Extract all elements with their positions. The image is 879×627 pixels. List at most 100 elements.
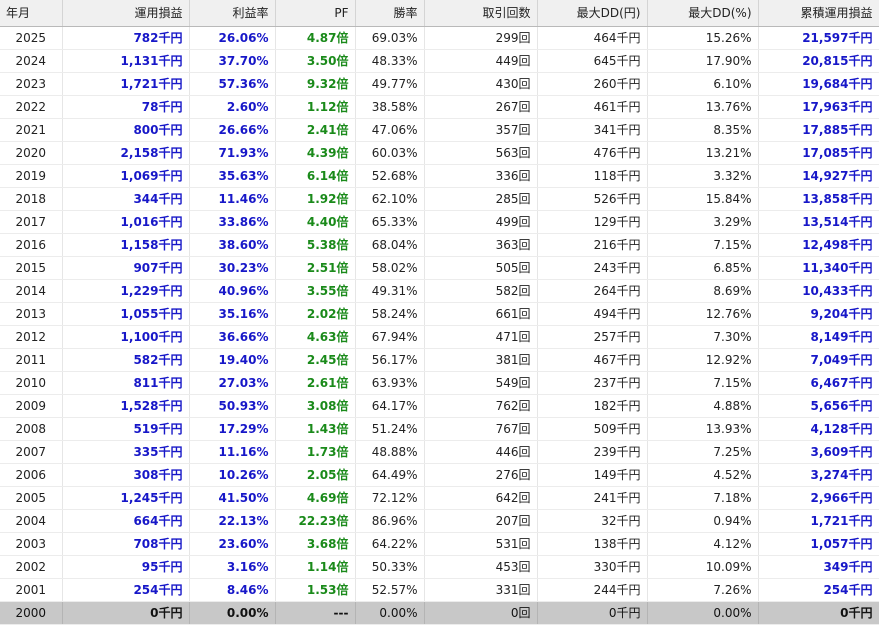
col-header-profit[interactable]: 運用損益 bbox=[62, 0, 190, 27]
cell-max-dd-pct: 8.69% bbox=[647, 279, 759, 303]
cell-win-rate: 64.49% bbox=[355, 463, 425, 487]
cell-max-dd-yen: 526千円 bbox=[537, 187, 648, 211]
cell-profit: 335千円 bbox=[62, 440, 190, 464]
cell-max-dd-yen: 129千円 bbox=[537, 210, 648, 234]
cell-year: 2000 bbox=[0, 601, 63, 625]
col-header-cumulative-profit[interactable]: 累積運用損益 bbox=[758, 0, 879, 27]
cell-max-dd-yen: 467千円 bbox=[537, 348, 648, 372]
cell-trade-count: 767回 bbox=[424, 417, 538, 441]
table-row[interactable]: 2019 1,069千円 35.63% 6.14倍 52.68% 336回 118千円 3.3… bbox=[0, 164, 879, 188]
col-header-max-dd-yen[interactable]: 最大DD(円) bbox=[537, 0, 648, 27]
table-row[interactable]: 2013 1,055千円 35.16% 2.02倍 58.24% 661回 494千円 12.… bbox=[0, 302, 879, 326]
cell-trade-count: 505回 bbox=[424, 256, 538, 280]
cell-trade-count: 762回 bbox=[424, 394, 538, 418]
cell-trade-count: 499回 bbox=[424, 210, 538, 234]
table-row[interactable]: 2018 344千円 11.46% 1.92倍 62.10% 285回 526千円 15.84… bbox=[0, 187, 879, 211]
cell-max-dd-yen: 264千円 bbox=[537, 279, 648, 303]
cell-win-rate: 65.33% bbox=[355, 210, 425, 234]
cell-profit-rate: 41.50% bbox=[189, 486, 276, 510]
table-row[interactable]: 2011 582千円 19.40% 2.45倍 56.17% 381回 467千円 12.92… bbox=[0, 348, 879, 372]
cell-max-dd-pct: 7.15% bbox=[647, 233, 759, 257]
table-row[interactable]: 2010 811千円 27.03% 2.61倍 63.93% 549回 237千円 7.15%… bbox=[0, 371, 879, 395]
table-row[interactable]: 2002 95千円 3.16% 1.14倍 50.33% 453回 330千円 10.09% 3… bbox=[0, 555, 879, 579]
cell-year: 2008 bbox=[0, 417, 63, 441]
cell-max-dd-yen: 260千円 bbox=[537, 72, 648, 96]
cell-profit-rate: 3.16% bbox=[189, 555, 276, 579]
cell-trade-count: 331回 bbox=[424, 578, 538, 602]
cell-max-dd-pct: 15.26% bbox=[647, 26, 759, 50]
cell-trade-count: 471回 bbox=[424, 325, 538, 349]
cell-year: 2013 bbox=[0, 302, 63, 326]
cell-cumulative-profit: 11,340千円 bbox=[758, 256, 879, 280]
cell-pf: 3.68倍 bbox=[275, 532, 356, 556]
cell-cumulative-profit: 6,467千円 bbox=[758, 371, 879, 395]
cell-cumulative-profit: 254千円 bbox=[758, 578, 879, 602]
yearly-results-table: 年月 運用損益 利益率 PF 勝率 取引回数 最大DD(円) 最大DD(%) 累… bbox=[0, 0, 879, 625]
cell-cumulative-profit: 21,597千円 bbox=[758, 26, 879, 50]
cell-cumulative-profit: 2,966千円 bbox=[758, 486, 879, 510]
cell-max-dd-yen: 182千円 bbox=[537, 394, 648, 418]
col-header-max-dd-pct[interactable]: 最大DD(%) bbox=[647, 0, 759, 27]
table-row[interactable]: 2005 1,245千円 41.50% 4.69倍 72.12% 642回 241千円 7.1… bbox=[0, 486, 879, 510]
cell-pf: 3.50倍 bbox=[275, 49, 356, 73]
table-row[interactable]: 2015 907千円 30.23% 2.51倍 58.02% 505回 243千円 6.85%… bbox=[0, 256, 879, 280]
cell-pf: 9.32倍 bbox=[275, 72, 356, 96]
cell-profit-rate: 11.46% bbox=[189, 187, 276, 211]
cell-profit-rate: 30.23% bbox=[189, 256, 276, 280]
table-row[interactable]: 2020 2,158千円 71.93% 4.39倍 60.03% 563回 476千円 13.… bbox=[0, 141, 879, 165]
header-row: 年月 運用損益 利益率 PF 勝率 取引回数 最大DD(円) 最大DD(%) 累… bbox=[0, 0, 879, 27]
table-row[interactable]: 2003 708千円 23.60% 3.68倍 64.22% 531回 138千円 4.12%… bbox=[0, 532, 879, 556]
cell-win-rate: 58.24% bbox=[355, 302, 425, 326]
table-row[interactable]: 2009 1,528千円 50.93% 3.08倍 64.17% 762回 182千円 4.8… bbox=[0, 394, 879, 418]
cell-trade-count: 642回 bbox=[424, 486, 538, 510]
cell-trade-count: 381回 bbox=[424, 348, 538, 372]
cell-cumulative-profit: 1,057千円 bbox=[758, 532, 879, 556]
col-header-year[interactable]: 年月 bbox=[0, 0, 63, 27]
cell-pf: 6.14倍 bbox=[275, 164, 356, 188]
cell-max-dd-pct: 4.52% bbox=[647, 463, 759, 487]
col-header-win-rate[interactable]: 勝率 bbox=[355, 0, 425, 27]
cell-profit-rate: 22.13% bbox=[189, 509, 276, 533]
table-row[interactable]: 2006 308千円 10.26% 2.05倍 64.49% 276回 149千円 4.52%… bbox=[0, 463, 879, 487]
table-row[interactable]: 2001 254千円 8.46% 1.53倍 52.57% 331回 244千円 7.26% 2… bbox=[0, 578, 879, 602]
col-header-pf[interactable]: PF bbox=[275, 0, 356, 27]
table-row[interactable]: 2007 335千円 11.16% 1.73倍 48.88% 446回 239千円 7.25%… bbox=[0, 440, 879, 464]
cell-max-dd-yen: 330千円 bbox=[537, 555, 648, 579]
cell-profit: 344千円 bbox=[62, 187, 190, 211]
table-row[interactable]: 2014 1,229千円 40.96% 3.55倍 49.31% 582回 264千円 8.6… bbox=[0, 279, 879, 303]
table-row[interactable]: 2016 1,158千円 38.60% 5.38倍 68.04% 363回 216千円 7.1… bbox=[0, 233, 879, 257]
cell-trade-count: 446回 bbox=[424, 440, 538, 464]
cell-win-rate: 38.58% bbox=[355, 95, 425, 119]
table-row[interactable]: 2025 782千円 26.06% 4.87倍 69.03% 299回 464千円 15.26… bbox=[0, 26, 879, 50]
summary-row[interactable]: 2000 0千円 0.00% --- 0.00% 0回 0千円 0.00% 0千円 bbox=[0, 601, 879, 625]
cell-profit-rate: 27.03% bbox=[189, 371, 276, 395]
cell-win-rate: 52.57% bbox=[355, 578, 425, 602]
cell-profit: 1,245千円 bbox=[62, 486, 190, 510]
cell-pf: 22.23倍 bbox=[275, 509, 356, 533]
cell-profit-rate: 10.26% bbox=[189, 463, 276, 487]
table-row[interactable]: 2017 1,016千円 33.86% 4.40倍 65.33% 499回 129千円 3.2… bbox=[0, 210, 879, 234]
table-row[interactable]: 2023 1,721千円 57.36% 9.32倍 49.77% 430回 260千円 6.1… bbox=[0, 72, 879, 96]
cell-profit-rate: 50.93% bbox=[189, 394, 276, 418]
table-row[interactable]: 2008 519千円 17.29% 1.43倍 51.24% 767回 509千円 13.93… bbox=[0, 417, 879, 441]
cell-win-rate: 56.17% bbox=[355, 348, 425, 372]
cell-profit: 708千円 bbox=[62, 532, 190, 556]
cell-pf: 2.41倍 bbox=[275, 118, 356, 142]
table-row[interactable]: 2021 800千円 26.66% 2.41倍 47.06% 357回 341千円 8.35%… bbox=[0, 118, 879, 142]
table-row[interactable]: 2024 1,131千円 37.70% 3.50倍 48.33% 449回 645千円 17.… bbox=[0, 49, 879, 73]
col-header-profit-rate[interactable]: 利益率 bbox=[189, 0, 276, 27]
cell-profit: 2,158千円 bbox=[62, 141, 190, 165]
cell-profit: 1,131千円 bbox=[62, 49, 190, 73]
cell-profit-rate: 35.16% bbox=[189, 302, 276, 326]
table-row[interactable]: 2012 1,100千円 36.66% 4.63倍 67.94% 471回 257千円 7.3… bbox=[0, 325, 879, 349]
cell-win-rate: 62.10% bbox=[355, 187, 425, 211]
cell-trade-count: 357回 bbox=[424, 118, 538, 142]
cell-profit-rate: 38.60% bbox=[189, 233, 276, 257]
table-row[interactable]: 2004 664千円 22.13% 22.23倍 86.96% 207回 32千円 0.94%… bbox=[0, 509, 879, 533]
cell-cumulative-profit: 0千円 bbox=[758, 601, 879, 625]
col-header-trade-count[interactable]: 取引回数 bbox=[424, 0, 538, 27]
cell-trade-count: 336回 bbox=[424, 164, 538, 188]
table-row[interactable]: 2022 78千円 2.60% 1.12倍 38.58% 267回 461千円 13.76% 1… bbox=[0, 95, 879, 119]
cell-cumulative-profit: 7,049千円 bbox=[758, 348, 879, 372]
cell-profit: 1,069千円 bbox=[62, 164, 190, 188]
